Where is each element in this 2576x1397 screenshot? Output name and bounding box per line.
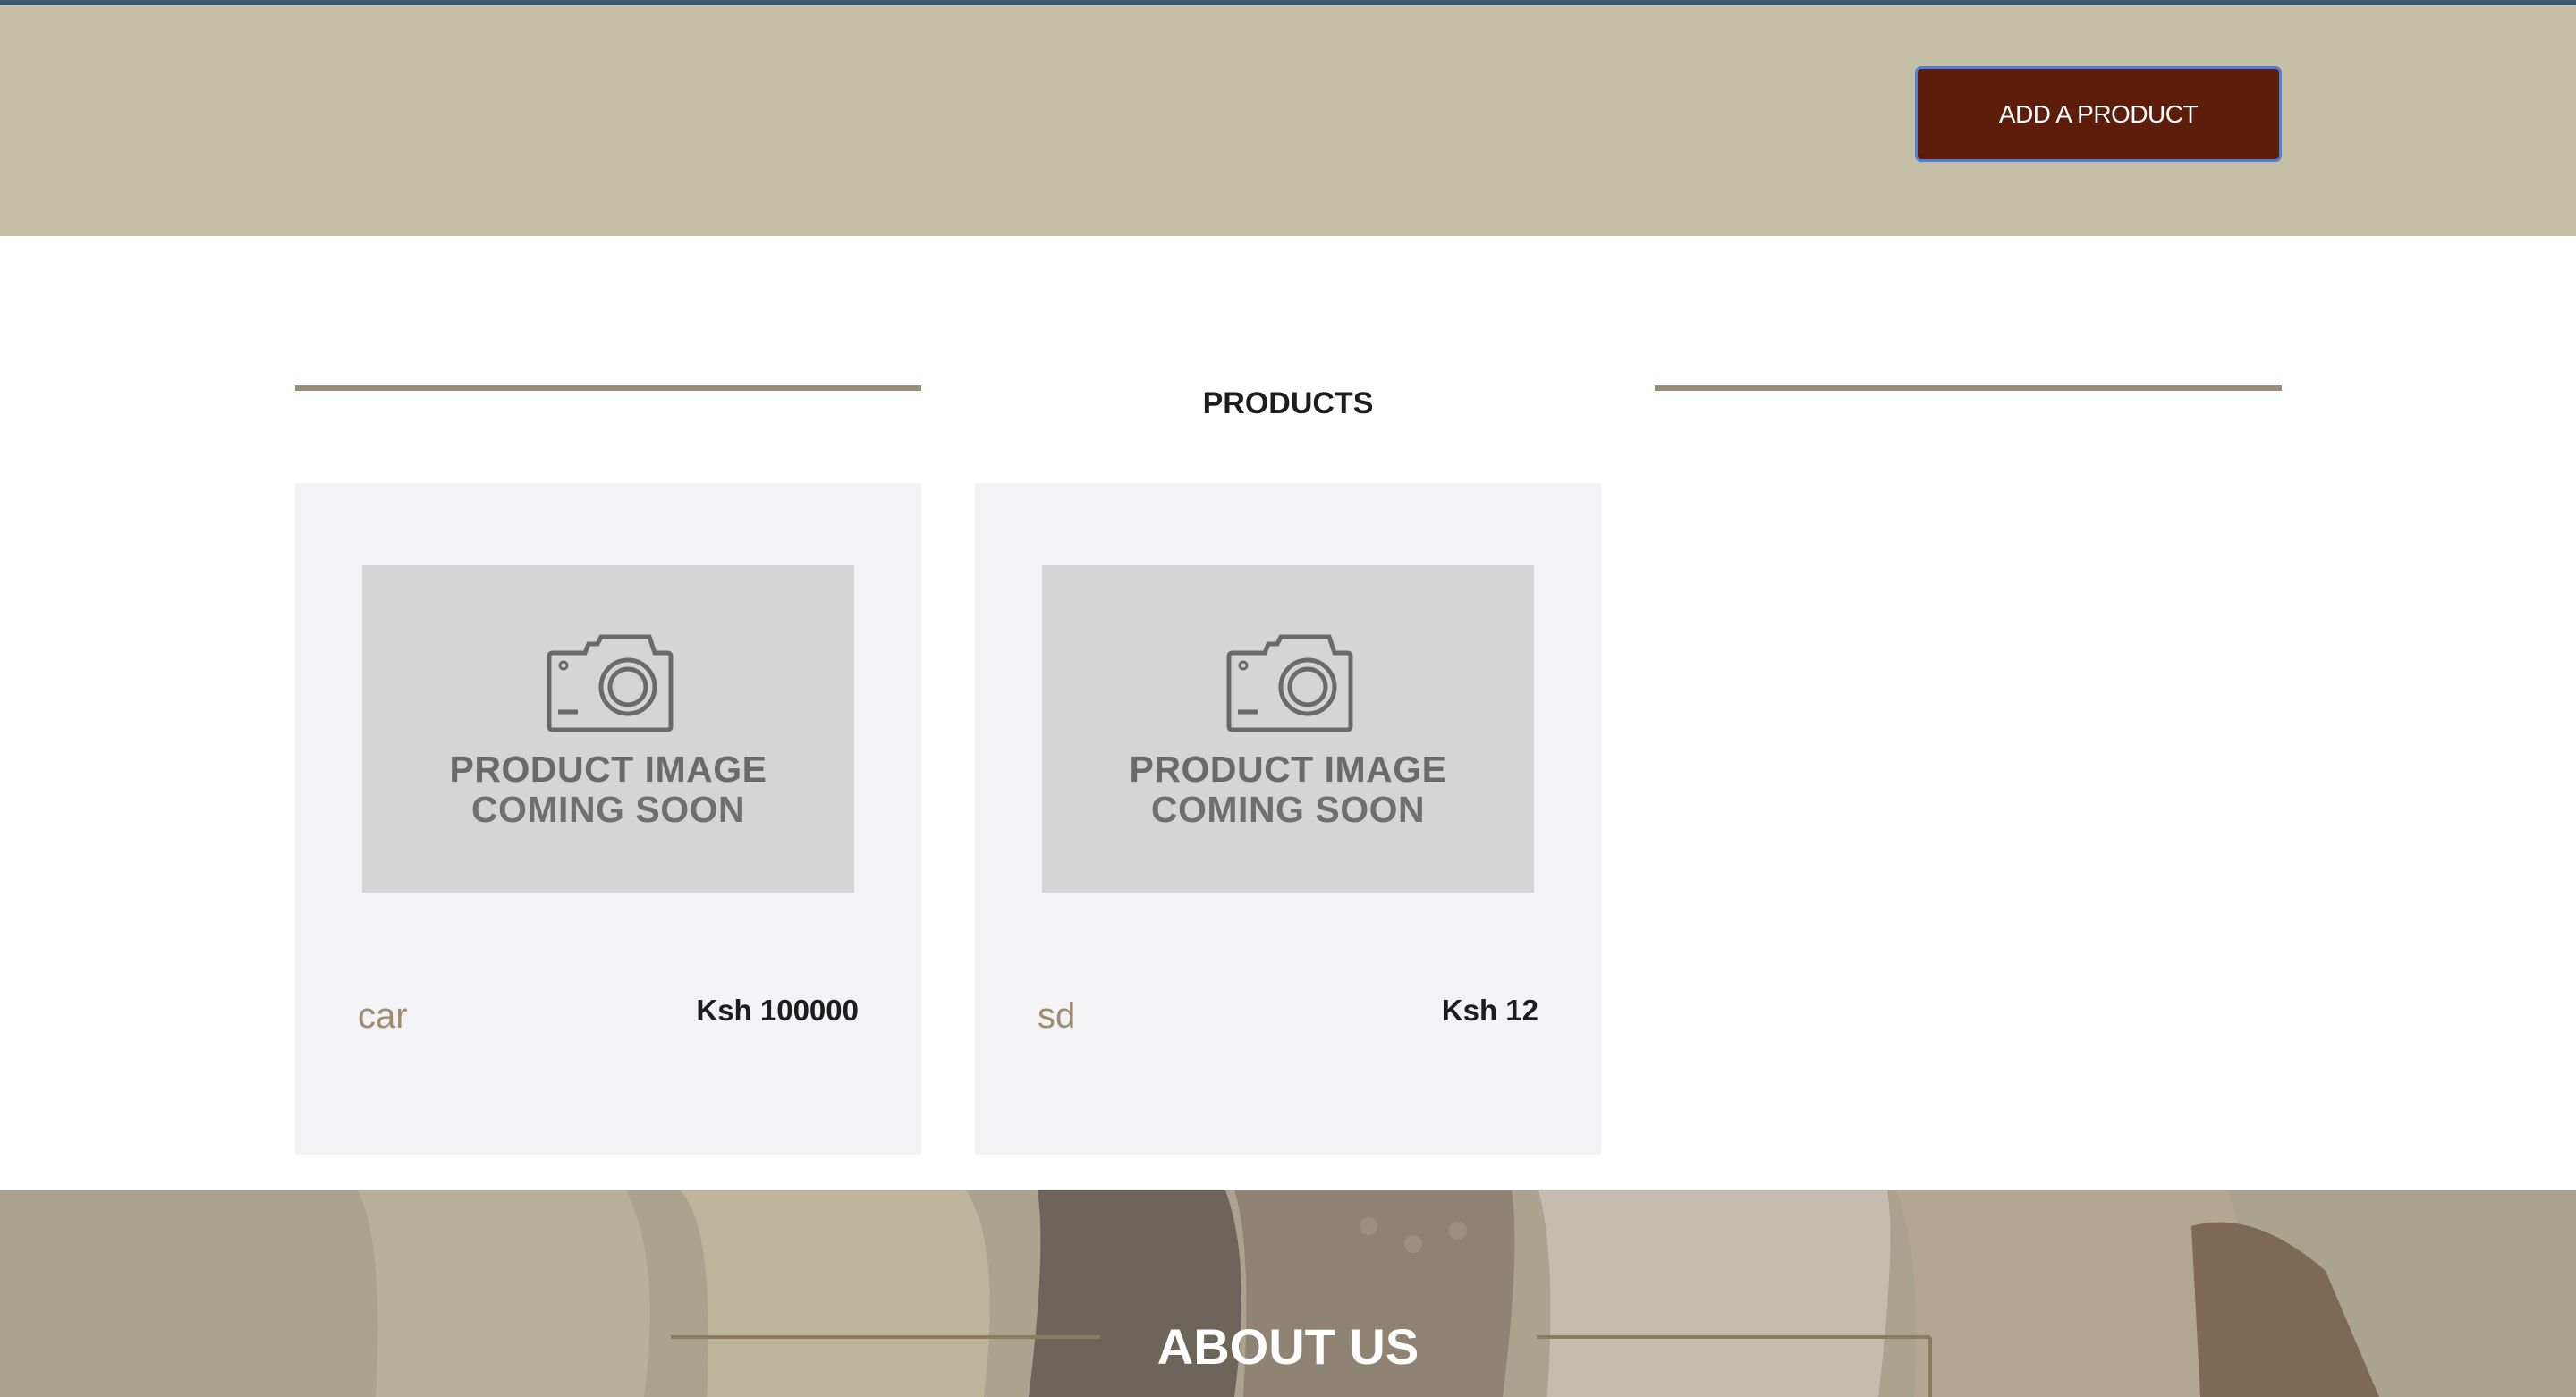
- placeholder-title: PRODUCT IMAGE: [1129, 749, 1447, 790]
- about-section: ABOUT US: [0, 1190, 2576, 1397]
- products-heading: PRODUCTS: [1202, 386, 1374, 420]
- product-price: Ksh 100000: [696, 994, 859, 1027]
- product-name: sd: [1038, 996, 1076, 1036]
- product-image-placeholder: PRODUCT IMAGE COMING SOON: [1042, 565, 1534, 893]
- product-price: Ksh 12: [1441, 994, 1538, 1027]
- product-name: car: [358, 996, 408, 1036]
- product-image-placeholder: PRODUCT IMAGE COMING SOON: [362, 565, 854, 893]
- product-card[interactable]: PRODUCT IMAGE COMING SOON car Ksh 100000: [295, 483, 921, 1155]
- placeholder-title: PRODUCT IMAGE: [449, 749, 767, 790]
- page-header: ADD A PRODUCT: [0, 5, 2576, 236]
- about-heading: ABOUT US: [1157, 1318, 1419, 1375]
- product-card[interactable]: PRODUCT IMAGE COMING SOON sd Ksh 12: [975, 483, 1601, 1155]
- placeholder-subtitle: COMING SOON: [1150, 789, 1426, 830]
- section-divider-left: [295, 385, 921, 391]
- camera-icon: [547, 634, 674, 732]
- placeholder-subtitle: COMING SOON: [470, 789, 746, 830]
- section-divider-right: [1655, 385, 2282, 391]
- add-product-button[interactable]: ADD A PRODUCT: [1915, 66, 2282, 162]
- camera-icon: [1226, 634, 1353, 732]
